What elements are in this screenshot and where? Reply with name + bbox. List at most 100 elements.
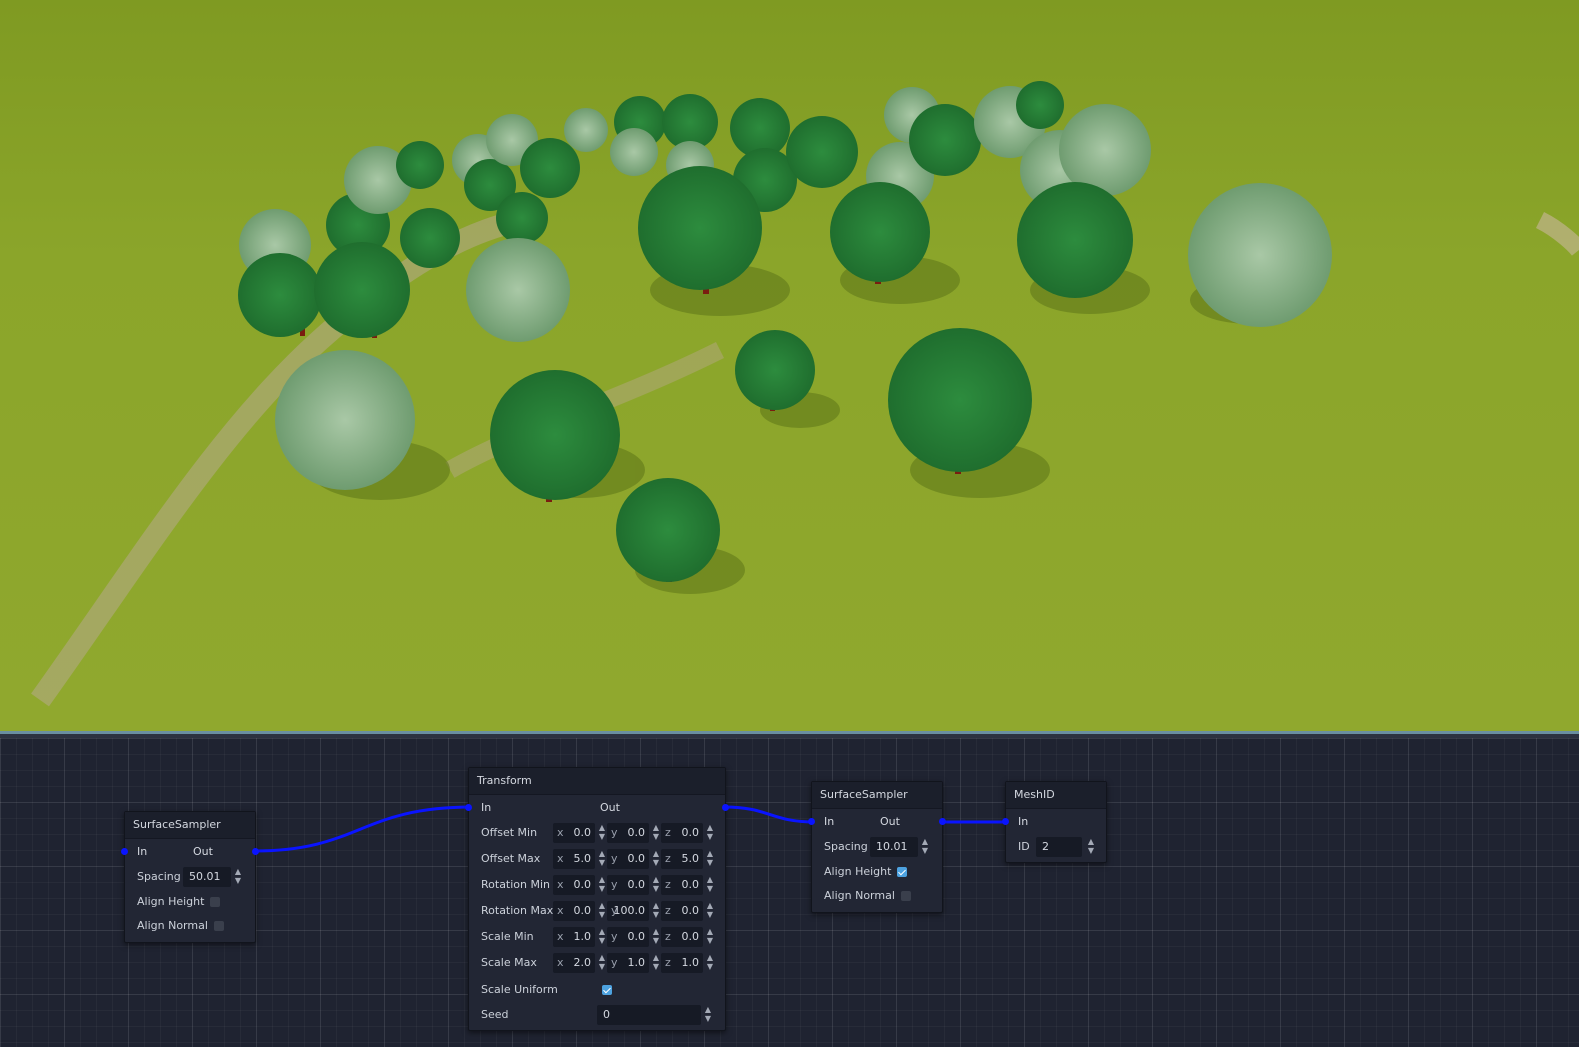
in-label: In	[481, 801, 492, 814]
input-port[interactable]	[121, 848, 128, 855]
vector-row: Scale Min x 1.0 ▲ ▼ y 0.0 ▲ ▼ z 0.0 ▲ ▼	[469, 925, 725, 949]
y-axis-label: y	[611, 930, 618, 943]
y-value: 0.0	[627, 930, 646, 943]
y-input[interactable]: y 100.0	[607, 901, 649, 921]
z-spinner[interactable]: ▲ ▼	[705, 927, 715, 947]
x-value: 0.0	[573, 826, 592, 839]
spacing-spinner[interactable]: ▲ ▼	[920, 837, 930, 857]
z-value: 0.0	[681, 904, 700, 917]
x-spinner[interactable]: ▲ ▼	[597, 823, 607, 843]
out-label: Out	[880, 815, 900, 828]
y-axis-label: y	[611, 878, 618, 891]
x-spinner[interactable]: ▲ ▼	[597, 875, 607, 895]
x-input[interactable]: x 5.0	[553, 849, 595, 869]
align-height-checkbox[interactable]	[210, 897, 220, 907]
vector-row-label: Rotation Min	[481, 878, 551, 891]
x-input[interactable]: x 0.0	[553, 901, 595, 921]
input-port[interactable]	[1002, 818, 1009, 825]
z-value: 0.0	[681, 930, 700, 943]
x-input[interactable]: x 0.0	[553, 875, 595, 895]
z-spinner[interactable]: ▲ ▼	[705, 875, 715, 895]
y-spinner[interactable]: ▲ ▼	[651, 927, 661, 947]
x-axis-label: x	[557, 956, 564, 969]
align-normal-checkbox[interactable]	[214, 921, 224, 931]
y-value: 100.0	[613, 904, 646, 917]
z-axis-label: z	[665, 904, 671, 917]
surface-sampler-node-1[interactable]: SurfaceSampler In Out Spacing 50.01 ▲ ▼ A…	[121, 811, 259, 943]
y-spinner[interactable]: ▲ ▼	[651, 901, 661, 921]
y-input[interactable]: y 1.0	[607, 953, 649, 973]
id-value: 2	[1042, 840, 1049, 853]
y-spinner[interactable]: ▲ ▼	[651, 823, 661, 843]
in-label: In	[1018, 815, 1029, 828]
z-input[interactable]: z 0.0	[661, 901, 703, 921]
align-normal-label: Align Normal	[137, 919, 208, 932]
vector-row: Offset Max x 5.0 ▲ ▼ y 0.0 ▲ ▼ z 5.0 ▲ ▼	[469, 847, 725, 871]
surface-sampler-node-2[interactable]: SurfaceSampler In Out Spacing 10.01 ▲ ▼ A…	[808, 781, 946, 913]
id-label: ID	[1018, 840, 1030, 853]
3d-viewport[interactable]	[0, 0, 1579, 731]
vector-row-label: Scale Min	[481, 930, 534, 943]
z-axis-label: z	[665, 826, 671, 839]
z-spinner[interactable]: ▲ ▼	[705, 823, 715, 843]
x-spinner[interactable]: ▲ ▼	[597, 953, 607, 973]
y-input[interactable]: y 0.0	[607, 927, 649, 947]
z-spinner[interactable]: ▲ ▼	[705, 849, 715, 869]
y-spinner[interactable]: ▲ ▼	[651, 875, 661, 895]
y-value: 1.0	[627, 956, 646, 969]
z-value: 0.0	[681, 878, 700, 891]
output-port[interactable]	[252, 848, 259, 855]
z-input[interactable]: z 0.0	[661, 927, 703, 947]
z-input[interactable]: z 0.0	[661, 823, 703, 843]
x-spinner[interactable]: ▲ ▼	[597, 901, 607, 921]
node-title[interactable]: SurfaceSampler	[125, 812, 255, 839]
y-spinner[interactable]: ▲ ▼	[651, 849, 661, 869]
align-height-label: Align Height	[824, 865, 892, 878]
x-value: 1.0	[573, 930, 592, 943]
z-spinner[interactable]: ▲ ▼	[705, 901, 715, 921]
align-normal-checkbox[interactable]	[901, 891, 911, 901]
seed-spinner[interactable]: ▲ ▼	[703, 1005, 713, 1025]
id-spinner[interactable]: ▲ ▼	[1086, 837, 1096, 857]
x-spinner[interactable]: ▲ ▼	[597, 927, 607, 947]
input-port[interactable]	[465, 804, 472, 811]
spacing-spinner[interactable]: ▲ ▼	[233, 867, 243, 887]
seed-input[interactable]: 0	[597, 1005, 701, 1025]
vector-row-label: Scale Max	[481, 956, 537, 969]
z-input[interactable]: z 1.0	[661, 953, 703, 973]
spacing-label: Spacing	[824, 840, 868, 853]
align-normal-row: Align Normal	[125, 914, 255, 938]
port-row: In Out	[808, 810, 946, 834]
spacing-input[interactable]: 10.01	[870, 837, 918, 857]
y-input[interactable]: y 0.0	[607, 849, 649, 869]
id-input[interactable]: 2	[1036, 837, 1082, 857]
y-spinner[interactable]: ▲ ▼	[651, 953, 661, 973]
z-input[interactable]: z 0.0	[661, 875, 703, 895]
out-label: Out	[193, 845, 213, 858]
x-input[interactable]: x 2.0	[553, 953, 595, 973]
node-title[interactable]: MeshID	[1006, 782, 1106, 809]
x-input[interactable]: x 1.0	[553, 927, 595, 947]
output-port[interactable]	[939, 818, 946, 825]
x-spinner[interactable]: ▲ ▼	[597, 849, 607, 869]
output-port[interactable]	[722, 804, 729, 811]
spacing-value: 50.01	[189, 870, 221, 883]
z-axis-label: z	[665, 930, 671, 943]
out-label: Out	[600, 801, 620, 814]
align-height-checkbox[interactable]	[897, 867, 907, 877]
input-port[interactable]	[808, 818, 815, 825]
align-normal-row: Align Normal	[812, 884, 942, 908]
z-input[interactable]: z 5.0	[661, 849, 703, 869]
transform-node[interactable]: Transform In Out Offset Min x 0.0 ▲ ▼ y 0.0 ▲ ▼ z…	[465, 767, 729, 1031]
mesh-id-node[interactable]: MeshID In ID 2 ▲ ▼	[1002, 781, 1107, 863]
x-input[interactable]: x 0.0	[553, 823, 595, 843]
y-input[interactable]: y 0.0	[607, 875, 649, 895]
x-axis-label: x	[557, 852, 564, 865]
z-axis-label: z	[665, 878, 671, 891]
z-spinner[interactable]: ▲ ▼	[705, 953, 715, 973]
scale-uniform-checkbox[interactable]	[602, 985, 612, 995]
node-title[interactable]: SurfaceSampler	[812, 782, 942, 809]
node-title[interactable]: Transform	[469, 768, 725, 795]
y-input[interactable]: y 0.0	[607, 823, 649, 843]
spacing-input[interactable]: 50.01	[183, 867, 231, 887]
